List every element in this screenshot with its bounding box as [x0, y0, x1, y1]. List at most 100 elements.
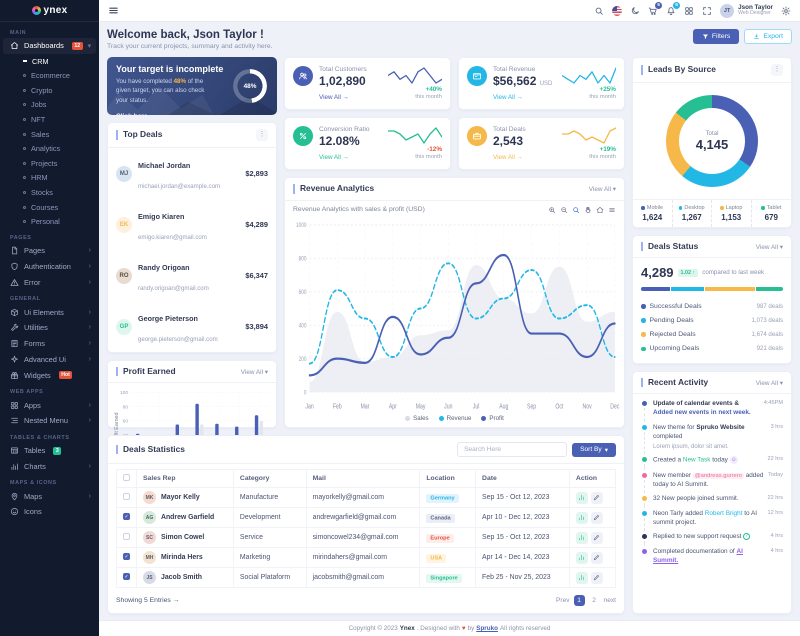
activity-item[interactable]: 4 hrs Replied to new support request ✓	[641, 532, 783, 548]
list-item[interactable]: MJ Michael Jordan michael.jordan@example…	[108, 148, 276, 199]
legend-item[interactable]: Profit	[481, 415, 504, 422]
target-link[interactable]: Click here	[116, 113, 148, 115]
sidebar-subitem-nft[interactable]: NFT	[0, 112, 99, 127]
view-all-dropdown[interactable]: View All ▾	[589, 185, 616, 193]
list-item[interactable]: EK Emigo Kiaren emigo.kiaren@gmail.com $…	[108, 199, 276, 250]
dark-mode-icon[interactable]	[630, 6, 640, 16]
sidebar-item-ui-elements[interactable]: Ui Elements ›	[0, 304, 99, 320]
sidebar-item-widgets[interactable]: Widgets Hot	[0, 367, 99, 383]
sidebar-subitem-jobs[interactable]: Jobs	[0, 98, 99, 113]
zoomsel-tool[interactable]	[572, 206, 580, 214]
cart-icon[interactable]: 5	[648, 1, 663, 16]
page-1-button[interactable]: 1	[573, 595, 585, 606]
notifications-icon[interactable]: 5	[666, 1, 681, 16]
sidebar-item-dashboards[interactable]: Dashboards 12 ▾	[3, 38, 96, 54]
activity-item[interactable]: 12 hrs Neon Tarly added Robert Bright to …	[641, 510, 783, 533]
sidebar-subitem-sales[interactable]: Sales	[0, 127, 99, 142]
activity-item[interactable]: Today New member @andreas.gurrero added t…	[641, 472, 783, 495]
stats-action-button[interactable]	[575, 511, 588, 524]
menu-toggle-button[interactable]	[108, 5, 119, 16]
sidebar-item-utilities[interactable]: Utilities ›	[0, 320, 99, 336]
logo[interactable]: ynex	[0, 0, 99, 22]
column-header[interactable]: Category	[232, 469, 307, 488]
next-page-button[interactable]: next	[604, 597, 616, 604]
sidebar-subitem-stocks[interactable]: Stocks	[0, 185, 99, 200]
legend-item[interactable]: Revenue	[438, 415, 471, 422]
activity-item[interactable]: 22 hrs 32 New people joined summit.	[641, 495, 783, 509]
sidebar-subitem-personal[interactable]: Personal	[0, 214, 99, 229]
activity-item[interactable]: 4 hrs Completed documentation of AI Summi…	[641, 548, 783, 571]
column-header[interactable]: Sales Rep	[136, 469, 234, 488]
zoomin-tool[interactable]	[548, 206, 556, 214]
sidebar-item-authentication[interactable]: Authentication ›	[0, 259, 99, 275]
export-button[interactable]: Export	[744, 29, 792, 44]
row-checkbox[interactable]	[123, 533, 130, 540]
homeS-tool[interactable]	[596, 206, 604, 214]
edit-action-button[interactable]	[590, 571, 603, 584]
sidebar-subitem-hrm[interactable]: HRM	[0, 171, 99, 186]
sidebar-subitem-courses[interactable]: Courses	[0, 200, 99, 215]
column-header[interactable]: Date	[475, 469, 570, 488]
sidebar-item-advanced-ui[interactable]: Advanced Ui ›	[0, 352, 99, 368]
prev-page-button[interactable]: Prev	[556, 597, 570, 604]
fullscreen-icon[interactable]	[702, 6, 712, 16]
sort-by-button[interactable]: Sort By ▾	[572, 442, 616, 457]
edit-action-button[interactable]	[590, 491, 603, 504]
table-row[interactable]: MK Mayor Kelly Manufacture mayorkelly@gma…	[116, 487, 617, 508]
stats-action-button[interactable]	[575, 531, 588, 544]
zoomout-tool[interactable]	[560, 206, 568, 214]
list-item[interactable]: GP George Pieterson george.pieterson@gma…	[108, 301, 276, 352]
language-flag-icon[interactable]	[612, 5, 623, 16]
stats-action-button[interactable]	[575, 551, 588, 564]
row-checkbox[interactable]	[123, 513, 130, 520]
list-item[interactable]: RO Randy Origoan randy.origoan@gmail.com…	[108, 250, 276, 301]
activity-item[interactable]: 3 hrs New theme for Spruko Website comple…	[641, 424, 783, 457]
row-checkbox[interactable]	[123, 553, 130, 560]
sidebar-subitem-crm[interactable]: CRM	[0, 54, 99, 69]
row-checkbox[interactable]	[123, 573, 130, 580]
pan-tool[interactable]	[584, 206, 592, 214]
page-2-button[interactable]: 2	[589, 595, 600, 606]
table-row[interactable]: SC Simon Cowel Service simoncowel234@gmai…	[116, 527, 617, 548]
view-all-dropdown[interactable]: View All ▾	[241, 368, 268, 376]
view-all-link[interactable]: View All →	[493, 154, 556, 161]
view-all-link[interactable]: View All →	[319, 94, 382, 101]
apps-grid-icon[interactable]	[684, 6, 694, 16]
sidebar-item-maps[interactable]: Maps ›	[0, 488, 99, 504]
table-row[interactable]: JSJacob Smith Social Plataform jacobsmit…	[116, 567, 617, 588]
stats-action-button[interactable]	[575, 571, 588, 584]
edit-action-button[interactable]	[590, 511, 603, 524]
search-input[interactable]	[457, 442, 568, 457]
search-icon[interactable]	[594, 6, 604, 16]
sidebar-item-forms[interactable]: Forms ›	[0, 336, 99, 352]
column-header[interactable]: Location	[419, 469, 477, 488]
sidebar-item-tables[interactable]: Tables 3	[0, 443, 99, 459]
table-row[interactable]: MHMirinda Hers Marketing mirindahers@gma…	[116, 547, 617, 568]
sidebar-subitem-ecommerce[interactable]: Ecommerce	[0, 68, 99, 83]
sidebar-item-icons[interactable]: Icons	[0, 504, 99, 520]
edit-action-button[interactable]	[590, 531, 603, 544]
sidebar-item-charts[interactable]: Charts ›	[0, 459, 99, 475]
sidebar-item-nested-menu[interactable]: Nested Menu ›	[0, 413, 99, 429]
view-all-link[interactable]: View All →	[493, 94, 556, 101]
sidebar-subitem-projects[interactable]: Projects	[0, 156, 99, 171]
bars-tool[interactable]	[608, 206, 616, 214]
sidebar-item-apps[interactable]: Apps ›	[0, 397, 99, 413]
user-menu[interactable]: JT Json Taylor Web Designer	[720, 3, 773, 18]
sidebar-item-error[interactable]: Error ›	[0, 274, 99, 290]
settings-gear-icon[interactable]	[781, 6, 791, 16]
column-header[interactable]: Action	[568, 469, 617, 488]
view-all-link[interactable]: View All →	[319, 154, 382, 161]
stats-action-button[interactable]	[575, 491, 588, 504]
sidebar-subitem-analytics[interactable]: Analytics	[0, 141, 99, 156]
kebab-menu-icon[interactable]: ⋮	[256, 129, 268, 141]
view-all-dropdown[interactable]: View All ▾	[756, 243, 783, 251]
footer-link[interactable]: Spruko	[476, 625, 498, 632]
view-all-dropdown[interactable]: View All ▾	[756, 379, 783, 387]
activity-item[interactable]: 4:45PM Update of calendar events & Added …	[641, 400, 783, 423]
kebab-menu-icon[interactable]: ⋮	[771, 64, 783, 76]
row-checkbox[interactable]	[123, 493, 130, 500]
column-header[interactable]: Mail	[305, 469, 421, 488]
select-all-checkbox[interactable]	[123, 474, 130, 481]
filters-button[interactable]: Filters	[692, 29, 740, 44]
